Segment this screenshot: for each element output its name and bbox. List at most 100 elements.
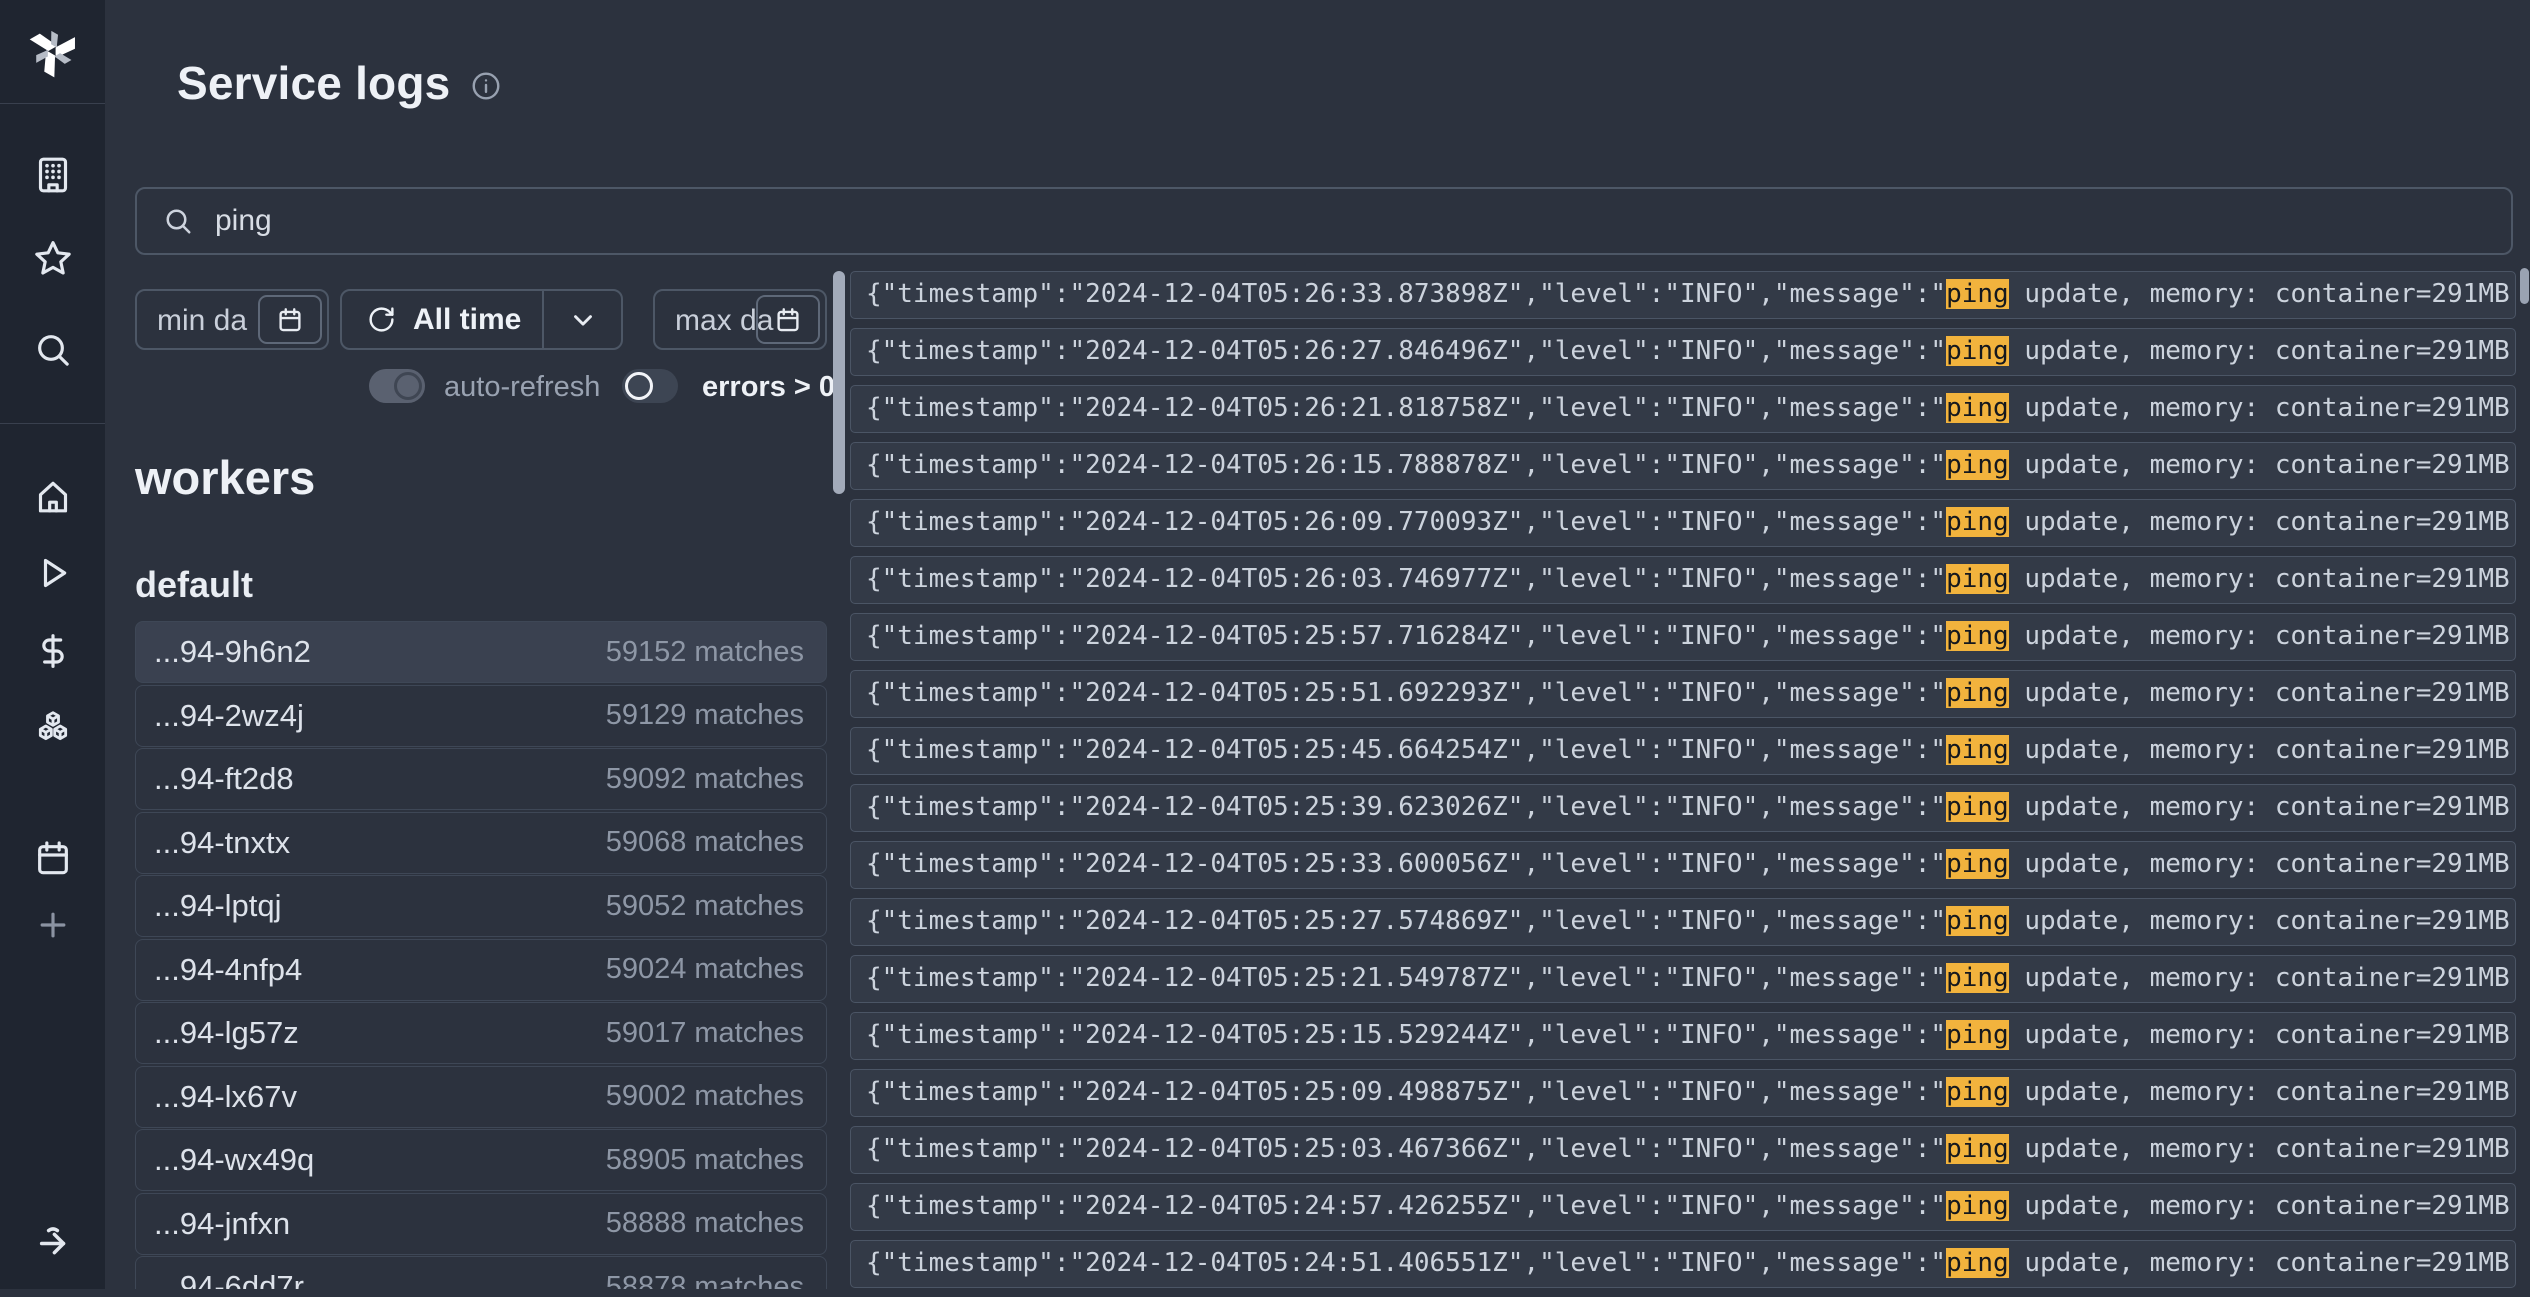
log-line-prefix: {"timestamp":"2024-12-04T05:26:09.770093… bbox=[866, 507, 1946, 537]
log-list: {"timestamp":"2024-12-04T05:26:33.873898… bbox=[850, 271, 2516, 1297]
log-line: {"timestamp":"2024-12-04T05:24:51.406551… bbox=[850, 1240, 2516, 1288]
min-date-input[interactable]: min da bbox=[135, 289, 329, 350]
log-highlight: ping bbox=[1946, 1134, 2009, 1164]
magnifier-icon bbox=[163, 206, 193, 236]
log-line: {"timestamp":"2024-12-04T05:25:15.529244… bbox=[850, 1012, 2516, 1060]
auto-refresh-toggle[interactable] bbox=[369, 369, 425, 403]
log-line-prefix: {"timestamp":"2024-12-04T05:25:33.600056… bbox=[866, 849, 1946, 879]
log-highlight: ping bbox=[1946, 564, 2009, 594]
log-line: {"timestamp":"2024-12-04T05:25:33.600056… bbox=[850, 841, 2516, 889]
log-line-suffix: update, memory: container=291MB bbox=[2009, 1134, 2510, 1164]
toggle-knob bbox=[394, 372, 422, 400]
worker-name: ...94-9h6n2 bbox=[154, 634, 311, 670]
log-line: {"timestamp":"2024-12-04T05:25:51.692293… bbox=[850, 670, 2516, 718]
expand-sidebar-arrow-icon[interactable] bbox=[0, 1216, 105, 1264]
max-date-calendar-button[interactable] bbox=[756, 295, 820, 344]
add-plus-icon[interactable] bbox=[0, 901, 105, 949]
log-line-suffix: update, memory: container=291MB bbox=[2009, 849, 2510, 879]
worker-name: ...94-2wz4j bbox=[154, 698, 304, 734]
log-highlight: ping bbox=[1946, 450, 2009, 480]
log-highlight: ping bbox=[1946, 621, 2009, 651]
worker-row[interactable]: ...94-lx67v 59002 matches bbox=[135, 1066, 827, 1128]
log-line-prefix: {"timestamp":"2024-12-04T05:24:51.406551… bbox=[866, 1248, 1946, 1278]
worker-row[interactable]: ...94-wx49q 58905 matches bbox=[135, 1129, 827, 1191]
worker-match-count: 59017 matches bbox=[606, 1017, 804, 1050]
worker-row[interactable]: ...94-lptqj 59052 matches bbox=[135, 875, 827, 937]
log-line: {"timestamp":"2024-12-04T05:25:39.623026… bbox=[850, 784, 2516, 832]
log-highlight: ping bbox=[1946, 735, 2009, 765]
worker-row[interactable]: ...94-4nfp4 59024 matches bbox=[135, 939, 827, 1001]
worker-group-heading: default bbox=[135, 564, 253, 606]
info-icon[interactable] bbox=[470, 70, 502, 102]
worker-list: ...94-9h6n2 59152 matches ...94-2wz4j 59… bbox=[135, 621, 827, 1289]
workspace-building-icon[interactable] bbox=[0, 151, 105, 199]
log-line-suffix: update, memory: container=291MB bbox=[2009, 678, 2510, 708]
log-line-prefix: {"timestamp":"2024-12-04T05:25:21.549787… bbox=[866, 963, 1946, 993]
log-line-prefix: {"timestamp":"2024-12-04T05:25:27.574869… bbox=[866, 906, 1946, 936]
workers-heading: workers bbox=[135, 450, 315, 505]
log-line: {"timestamp":"2024-12-04T05:26:27.846496… bbox=[850, 328, 2516, 376]
log-line: {"timestamp":"2024-12-04T05:25:21.549787… bbox=[850, 955, 2516, 1003]
worker-row[interactable]: ...94-2wz4j 59129 matches bbox=[135, 685, 827, 747]
log-line-suffix: update, memory: container=291MB bbox=[2009, 735, 2510, 765]
variables-dollar-icon[interactable] bbox=[0, 627, 105, 675]
chevron-down-icon bbox=[568, 305, 598, 335]
worker-row[interactable]: ...94-lg57z 59017 matches bbox=[135, 1002, 827, 1064]
log-line-prefix: {"timestamp":"2024-12-04T05:26:21.818758… bbox=[866, 393, 1946, 423]
log-line-prefix: {"timestamp":"2024-12-04T05:25:51.692293… bbox=[866, 678, 1946, 708]
log-line-prefix: {"timestamp":"2024-12-04T05:26:03.746977… bbox=[866, 564, 1946, 594]
worker-name: ...94-lg57z bbox=[154, 1015, 299, 1051]
worker-name: ...94-wx49q bbox=[154, 1142, 314, 1178]
search-input[interactable] bbox=[215, 204, 2415, 238]
worker-name: ...94-tnxtx bbox=[154, 825, 290, 861]
log-line-prefix: {"timestamp":"2024-12-04T05:25:15.529244… bbox=[866, 1020, 1946, 1050]
worker-match-count: 59052 matches bbox=[606, 890, 804, 923]
log-line-prefix: {"timestamp":"2024-12-04T05:25:39.623026… bbox=[866, 792, 1946, 822]
worker-name: ...94-jnfxn bbox=[154, 1206, 290, 1242]
log-line: {"timestamp":"2024-12-04T05:25:57.716284… bbox=[850, 613, 2516, 661]
page-title: Service logs bbox=[177, 56, 450, 110]
worker-match-count: 58888 matches bbox=[606, 1207, 804, 1240]
log-line-suffix: update, memory: container=291MB bbox=[2009, 1248, 2510, 1278]
refresh-icon bbox=[367, 305, 396, 334]
log-line-suffix: update, memory: container=291MB bbox=[2009, 1020, 2510, 1050]
log-panel-scrollbar[interactable] bbox=[833, 271, 845, 494]
page-scrollbar[interactable] bbox=[2520, 268, 2529, 304]
log-line-prefix: {"timestamp":"2024-12-04T05:25:09.498875… bbox=[866, 1077, 1946, 1107]
worker-row[interactable]: ...94-6dd7r 58878 matches bbox=[135, 1256, 827, 1289]
log-highlight: ping bbox=[1946, 1191, 2009, 1221]
sidebar-divider bbox=[0, 103, 105, 104]
log-highlight: ping bbox=[1946, 678, 2009, 708]
log-highlight: ping bbox=[1946, 906, 2009, 936]
log-search-bar bbox=[135, 187, 2513, 255]
windmill-logo-icon[interactable] bbox=[0, 10, 105, 90]
log-line-suffix: update, memory: container=291MB bbox=[2009, 450, 2510, 480]
time-range-dropdown-button[interactable] bbox=[544, 291, 621, 348]
log-line: {"timestamp":"2024-12-04T05:24:57.426255… bbox=[850, 1183, 2516, 1231]
log-highlight: ping bbox=[1946, 1077, 2009, 1107]
worker-match-count: 59129 matches bbox=[606, 699, 804, 732]
schedules-calendar-icon[interactable] bbox=[0, 834, 105, 882]
log-line-suffix: update, memory: container=291MB bbox=[2009, 1191, 2510, 1221]
search-icon[interactable] bbox=[0, 326, 105, 374]
resources-cubes-icon[interactable] bbox=[0, 703, 105, 751]
min-date-placeholder: min da bbox=[157, 304, 247, 338]
log-line: {"timestamp":"2024-12-04T05:26:15.788878… bbox=[850, 442, 2516, 490]
log-line: {"timestamp":"2024-12-04T05:25:03.467366… bbox=[850, 1126, 2516, 1174]
log-line: {"timestamp":"2024-12-04T05:25:09.498875… bbox=[850, 1069, 2516, 1117]
log-highlight: ping bbox=[1946, 393, 2009, 423]
time-range-button[interactable]: All time bbox=[342, 291, 542, 348]
favorites-star-icon[interactable] bbox=[0, 234, 105, 282]
home-icon[interactable] bbox=[0, 473, 105, 521]
max-date-input[interactable]: max da bbox=[653, 289, 827, 350]
log-highlight: ping bbox=[1946, 963, 2009, 993]
worker-row[interactable]: ...94-jnfxn 58888 matches bbox=[135, 1193, 827, 1255]
worker-match-count: 59002 matches bbox=[606, 1080, 804, 1113]
runs-play-icon[interactable] bbox=[0, 549, 105, 597]
errors-toggle[interactable] bbox=[622, 369, 678, 403]
worker-row[interactable]: ...94-9h6n2 59152 matches bbox=[135, 621, 827, 683]
worker-name: ...94-lx67v bbox=[154, 1079, 297, 1115]
worker-row[interactable]: ...94-ft2d8 59092 matches bbox=[135, 748, 827, 810]
worker-row[interactable]: ...94-tnxtx 59068 matches bbox=[135, 812, 827, 874]
min-date-calendar-button[interactable] bbox=[258, 295, 322, 344]
